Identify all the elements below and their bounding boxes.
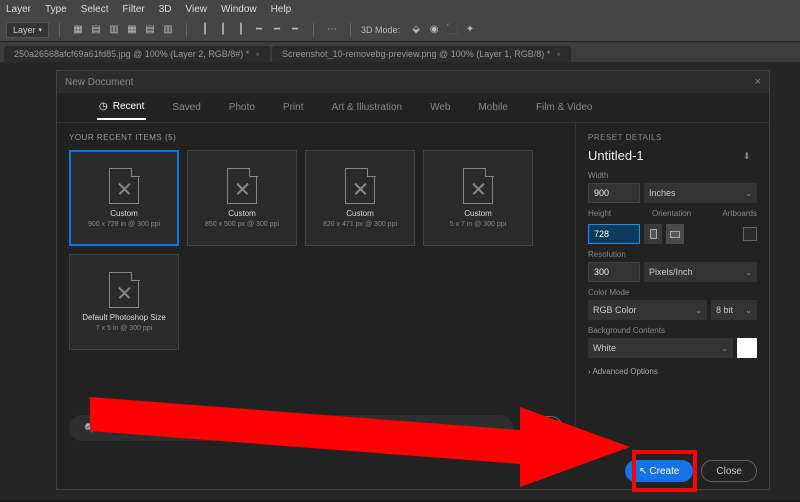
document-icon (227, 168, 257, 204)
new-document-dialog: New Document × ◷Recent Saved Photo Print… (56, 70, 770, 490)
tab-art[interactable]: Art & Illustration (329, 96, 404, 119)
tab-print[interactable]: Print (281, 96, 306, 119)
tab-film[interactable]: Film & Video (534, 96, 595, 119)
distribute-icon[interactable]: ━ (287, 23, 303, 37)
artboards-label: Artboards (722, 209, 757, 218)
cursor-icon: ↖ (639, 466, 647, 477)
align-icon[interactable]: ▥ (106, 23, 122, 37)
document-icon (463, 168, 493, 204)
menu-filter[interactable]: Filter (123, 4, 145, 15)
resolution-input[interactable] (588, 262, 640, 282)
create-button[interactable]: ↖Create (625, 460, 693, 482)
distribute-tools: ┃ ┃ ┃ ━ ━ ━ (197, 23, 303, 37)
distribute-icon[interactable]: ┃ (233, 23, 249, 37)
align-icon[interactable]: ▤ (88, 23, 104, 37)
menu-window[interactable]: Window (221, 4, 257, 15)
color-mode-label: Color Mode (588, 288, 757, 297)
width-label: Width (588, 171, 757, 180)
preset-card[interactable]: Custom 850 x 500 px @ 300 ppi (187, 150, 297, 246)
search-icon: 🔍 (83, 423, 94, 434)
mode-icon[interactable]: ✦ (462, 23, 478, 37)
align-icon[interactable]: ▦ (70, 23, 86, 37)
preset-card[interactable]: Custom 900 x 728 in @ 300 ppi (69, 150, 179, 246)
tab-web[interactable]: Web (428, 96, 452, 119)
advanced-options-toggle[interactable]: › Advanced Options (588, 367, 757, 376)
background-select[interactable]: White⌄ (588, 338, 733, 358)
menu-help[interactable]: Help (271, 4, 292, 15)
distribute-icon[interactable]: ━ (251, 23, 267, 37)
clock-icon: ◷ (99, 101, 108, 112)
document-tab[interactable]: Screenshot_10-removebg-preview.png @ 100… (272, 46, 571, 62)
dialog-titlebar: New Document × (57, 71, 769, 93)
width-input[interactable] (588, 183, 640, 203)
close-icon[interactable]: × (755, 76, 761, 88)
artboards-checkbox[interactable] (743, 227, 757, 241)
preset-details-pane: PRESET DETAILS Untitled-1 ⬇ Width Inches… (575, 123, 769, 453)
align-tools: ▦ ▤ ▥ ▦ ▤ ▥ (70, 23, 176, 37)
mode-icon[interactable]: ◉ (426, 23, 442, 37)
recent-items-label: YOUR RECENT ITEMS (5) (69, 133, 563, 142)
background-swatch[interactable] (737, 338, 757, 358)
mode-icon[interactable]: ⬛ (444, 23, 460, 37)
document-tabs: 250a26568afcf69a61fd85.jpg @ 100% (Layer… (0, 42, 800, 62)
resolution-unit-select[interactable]: Pixels/Inch⌄ (644, 262, 757, 282)
tab-recent[interactable]: ◷Recent (97, 95, 146, 120)
background-label: Background Contents (588, 326, 757, 335)
go-button[interactable]: Go (521, 416, 563, 440)
more-icon[interactable]: ⋯ (324, 23, 340, 37)
document-icon (109, 168, 139, 204)
orientation-landscape-button[interactable] (666, 224, 684, 244)
menu-bar: Layer Type Select Filter 3D View Window … (0, 0, 800, 18)
stock-search-input[interactable]: 🔍 Find templates on Adobe Stock (69, 415, 513, 441)
document-icon (109, 272, 139, 308)
distribute-icon[interactable]: ┃ (197, 23, 213, 37)
layer-selector[interactable]: Layer▾ (6, 22, 49, 38)
orientation-portrait-button[interactable] (644, 224, 662, 244)
bit-depth-select[interactable]: 8 bit⌄ (711, 300, 757, 320)
distribute-icon[interactable]: ┃ (215, 23, 231, 37)
save-preset-icon[interactable]: ⬇ (743, 151, 757, 161)
menu-select[interactable]: Select (81, 4, 109, 15)
preset-card[interactable]: Custom 5 x 7 in @ 300 ppi (423, 150, 533, 246)
distribute-icon[interactable]: ━ (269, 23, 285, 37)
menu-3d[interactable]: 3D (159, 4, 172, 15)
category-tabs: ◷Recent Saved Photo Print Art & Illustra… (57, 93, 769, 123)
document-tab[interactable]: 250a26568afcf69a61fd85.jpg @ 100% (Layer… (4, 46, 270, 62)
close-button[interactable]: Close (701, 460, 757, 482)
menu-layer[interactable]: Layer (6, 4, 31, 15)
mode-label: 3D Mode: (361, 25, 400, 35)
menu-view[interactable]: View (186, 4, 208, 15)
menu-type[interactable]: Type (45, 4, 67, 15)
orientation-label: Orientation (652, 209, 691, 218)
width-unit-select[interactable]: Inches⌄ (644, 183, 757, 203)
tab-mobile[interactable]: Mobile (476, 96, 509, 119)
details-label: PRESET DETAILS (588, 133, 757, 142)
document-icon (345, 168, 375, 204)
preset-card[interactable]: Default Photoshop Size 7 x 5 in @ 300 pp… (69, 254, 179, 350)
preset-card[interactable]: Custom 820 x 471 px @ 300 ppi (305, 150, 415, 246)
dialog-title: New Document (65, 77, 133, 88)
align-icon[interactable]: ▥ (160, 23, 176, 37)
dialog-footer: ↖Create Close (57, 453, 769, 489)
tab-saved[interactable]: Saved (170, 96, 202, 119)
height-input[interactable] (588, 224, 640, 244)
align-icon[interactable]: ▦ (124, 23, 140, 37)
close-icon[interactable]: × (556, 50, 561, 59)
workspace: New Document × ◷Recent Saved Photo Print… (0, 62, 800, 500)
resolution-label: Resolution (588, 250, 757, 259)
close-icon[interactable]: × (255, 50, 260, 59)
color-mode-select[interactable]: RGB Color⌄ (588, 300, 707, 320)
presets-pane: YOUR RECENT ITEMS (5) Custom 900 x 728 i… (57, 123, 575, 453)
mode-icon[interactable]: ⬙ (408, 23, 424, 37)
tab-photo[interactable]: Photo (227, 96, 257, 119)
align-icon[interactable]: ▤ (142, 23, 158, 37)
document-name[interactable]: Untitled-1 (588, 148, 644, 163)
options-bar: Layer▾ ▦ ▤ ▥ ▦ ▤ ▥ ┃ ┃ ┃ ━ ━ ━ ⋯ 3D Mode… (0, 18, 800, 42)
height-label: Height (588, 209, 640, 218)
